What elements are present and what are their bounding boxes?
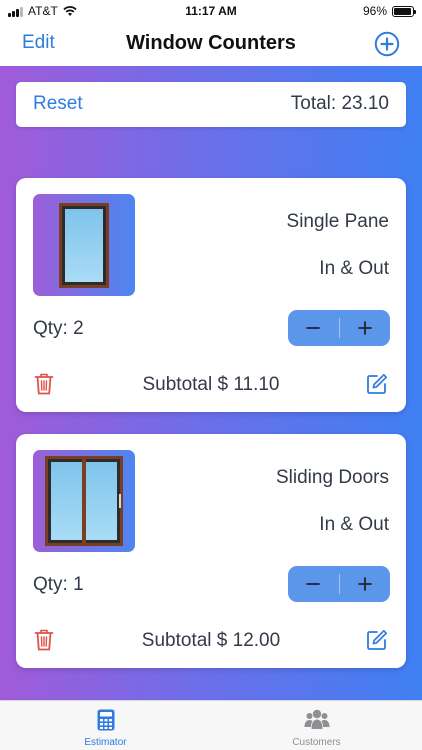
item-card: Single Pane In & Out Qty: 2 Subtotal $ 1… — [16, 178, 406, 412]
main-content: Reset Total: 23.10 Single Pane In & Out … — [0, 66, 422, 700]
quantity-stepper — [288, 566, 390, 602]
sliding-door-image — [33, 450, 135, 552]
edit-icon[interactable] — [366, 629, 388, 651]
item-name: Sliding Doors — [276, 467, 389, 488]
summary-card: Reset Total: 23.10 — [16, 82, 406, 127]
status-bar: AT&T 11:17 AM 96% — [0, 0, 422, 24]
item-side: In & Out — [319, 514, 389, 535]
battery-icon — [392, 5, 416, 17]
trash-icon[interactable] — [34, 628, 54, 652]
item-side: In & Out — [319, 258, 389, 279]
plus-icon — [357, 577, 372, 591]
item-card: Sliding Doors In & Out Qty: 1 Subtotal $… — [16, 434, 406, 668]
people-icon — [304, 709, 329, 729]
calculator-icon — [97, 709, 114, 731]
quantity-label: Qty: 2 — [33, 318, 84, 339]
tab-label: Customers — [292, 737, 341, 748]
subtotal-label: Subtotal $ 11.10 — [142, 374, 280, 395]
total-label: Total: 23.10 — [290, 93, 389, 114]
minus-icon — [306, 583, 321, 585]
status-time: 11:17 AM — [185, 4, 237, 18]
increment-button[interactable] — [340, 566, 391, 602]
tab-customers[interactable]: Customers — [211, 701, 422, 750]
single-pane-window-image — [33, 194, 135, 296]
tab-label: Estimator — [84, 737, 127, 748]
edit-button[interactable]: Edit — [22, 32, 55, 54]
reset-button[interactable]: Reset — [33, 93, 83, 115]
increment-button[interactable] — [340, 310, 391, 346]
minus-icon — [306, 327, 321, 329]
quantity-label: Qty: 1 — [33, 574, 84, 595]
plus-icon — [357, 321, 372, 335]
decrement-button[interactable] — [288, 566, 339, 602]
subtotal-label: Subtotal $ 12.00 — [141, 630, 281, 651]
page-title: Window Counters — [126, 32, 296, 54]
battery-percent: 96% — [362, 4, 387, 18]
status-right: 96% — [362, 4, 416, 18]
edit-icon[interactable] — [366, 373, 388, 395]
item-name: Single Pane — [286, 211, 389, 232]
tab-estimator[interactable]: Estimator — [0, 701, 211, 750]
navigation-bar: Edit Window Counters — [0, 24, 422, 66]
quantity-stepper — [288, 310, 390, 346]
tab-bar: Estimator Customers — [0, 700, 422, 750]
trash-icon[interactable] — [34, 372, 54, 396]
decrement-button[interactable] — [288, 310, 339, 346]
add-circle-icon[interactable] — [374, 31, 400, 57]
